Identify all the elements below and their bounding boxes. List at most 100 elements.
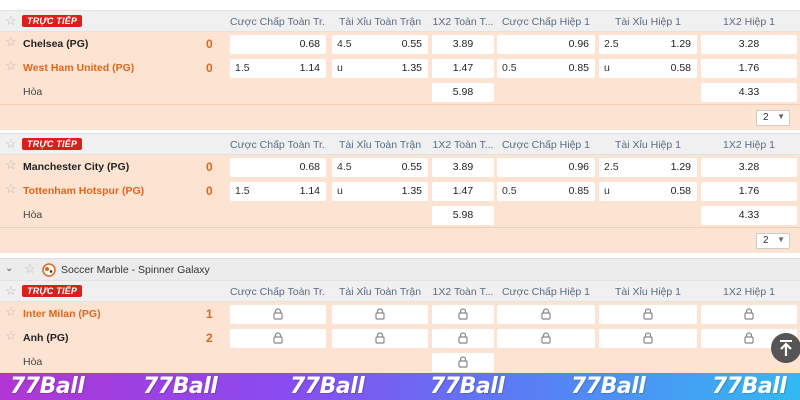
odds-value: 1.29 [670,38,691,50]
odds-cell[interactable]: u 1.35 [332,182,428,201]
odds-value: 3.89 [452,161,474,173]
odds-cell[interactable]: 3.89 [432,158,494,177]
odds-cell[interactable]: u 0.58 [599,59,697,78]
brand-logo: 77Ball [712,374,787,399]
odds-cell[interactable]: 0.96 [497,158,595,177]
lock-icon [273,332,283,344]
team-score: 1 [206,307,213,321]
odds-cell[interactable]: 3.28 [701,35,797,54]
odds-value: 0.55 [401,38,422,50]
col-header-handicap-h1: Cược Chấp Hiệp 1 [501,139,591,151]
page-select[interactable]: 2 ▼ [756,110,790,126]
team-row-away: ☆ West Ham United (PG) 0 1.5 1.14 u 1.35 1… [0,56,800,80]
odds-value: 3.89 [452,38,474,50]
odds-cell[interactable]: u 0.58 [599,182,697,201]
match-footer: 2 ▼ [0,104,800,130]
lock-icon [273,308,283,320]
odds-cell[interactable]: 0.68 [230,35,326,54]
locked-cell [432,305,494,324]
page-select[interactable]: 2 ▼ [756,233,790,249]
odds-cell[interactable]: 1.5 1.14 [230,182,326,201]
arrow-up-icon [780,340,792,356]
star-icon[interactable]: ☆ [5,35,17,48]
locked-cell [599,329,697,348]
odds-line: u [604,185,610,197]
odds-cell[interactable]: 1.76 [701,182,797,201]
brand-logo: 77Ball [290,374,365,399]
odds-cell[interactable]: 0.68 [230,158,326,177]
odds-value: 1.47 [452,185,474,197]
team-score: 0 [206,160,213,174]
star-icon[interactable]: ☆ [5,182,17,195]
odds-cell[interactable]: 1.76 [701,59,797,78]
match-footer: 2 ▼ [0,227,800,253]
team-row-home: ☆ Chelsea (PG) 0 0.68 4.5 0.55 3.89 0.96 … [0,32,800,56]
odds-cell[interactable]: 5.98 [432,206,494,225]
odds-cell[interactable]: 4.5 0.55 [332,158,428,177]
draw-label: Hòa [23,209,43,221]
odds-value: 1.14 [299,185,320,197]
odds-cell[interactable]: 3.28 [701,158,797,177]
star-icon[interactable]: ☆ [5,14,17,27]
live-badge: TRỰC TIẾP [22,15,83,27]
draw-label: Hòa [23,86,43,98]
odds-cell[interactable]: 0.5 0.85 [497,59,595,78]
star-icon[interactable]: ☆ [24,262,36,275]
star-icon[interactable]: ☆ [5,284,17,297]
odds-line: 1.5 [235,62,250,74]
team-row-away: ☆ Anh (PG) 2 [0,326,800,350]
odds-cell[interactable]: 4.33 [701,83,797,102]
brand-logo: 77Ball [571,374,646,399]
market-header: ☆ TRỰC TIẾP Cược Chấp Toàn Tr... Tài Xỉu… [0,280,800,302]
locked-cell [599,305,697,324]
col-header-ou-ft: Tài Xỉu Toàn Trận [338,286,422,298]
team-name: Tottenham Hotspur (PG) [23,185,145,197]
odds-value: 3.28 [738,38,760,50]
lock-icon [643,308,653,320]
chevron-down-icon: ▼ [777,235,785,244]
odds-cell[interactable]: 5.98 [432,83,494,102]
lock-icon [458,332,468,344]
odds-cell[interactable]: 1.47 [432,59,494,78]
odds-cell[interactable]: 2.5 1.29 [599,158,697,177]
scroll-to-top-button[interactable] [771,333,800,363]
odds-line: 2.5 [604,161,619,173]
odds-cell[interactable]: u 1.35 [332,59,428,78]
col-header-ou-h1: Tài Xỉu Hiệp 1 [615,16,681,28]
col-header-handicap-ft: Cược Chấp Toàn Tr... [230,286,326,298]
star-icon[interactable]: ☆ [5,158,17,171]
locked-cell [230,329,326,348]
col-header-handicap-h1: Cược Chấp Hiệp 1 [501,286,591,298]
locked-cell [497,305,595,324]
lock-icon [541,308,551,320]
lock-icon [744,308,754,320]
odds-cell[interactable]: 1.5 1.14 [230,59,326,78]
chevron-down-icon[interactable]: ⌄ [5,263,13,274]
odds-cell[interactable]: 2.5 1.29 [599,35,697,54]
odds-cell[interactable]: 3.89 [432,35,494,54]
odds-line: 1.5 [235,185,250,197]
odds-cell[interactable]: 4.33 [701,206,797,225]
odds-cell[interactable]: 0.5 0.85 [497,182,595,201]
col-header-ou-ft: Tài Xỉu Toàn Trận [338,139,422,151]
odds-cell[interactable]: 0.96 [497,35,595,54]
odds-cell[interactable]: 1.47 [432,182,494,201]
star-icon[interactable]: ☆ [5,59,17,72]
league-header[interactable]: ⌄ ☆ Soccer Marble - Spinner Galaxy [0,258,800,280]
team-name: Manchester City (PG) [23,161,130,173]
chevron-down-icon: ▼ [777,112,785,121]
odds-value: 1.14 [299,62,320,74]
team-name: West Ham United (PG) [23,62,135,74]
draw-row: Hòa [0,350,800,374]
odds-cell[interactable]: 4.5 0.55 [332,35,428,54]
lock-icon [643,332,653,344]
star-icon[interactable]: ☆ [5,137,17,150]
star-icon[interactable]: ☆ [5,329,17,342]
odds-value: 0.58 [670,185,691,197]
match-block-1: ☆ TRỰC TIẾP Cược Chấp Toàn Tr... Tài Xỉu… [0,10,800,130]
team-name: Chelsea (PG) [23,38,89,50]
odds-value: 0.96 [568,161,589,173]
odds-value: 0.85 [568,62,589,74]
market-header: ☆ TRỰC TIẾP Cược Chấp Toàn Tr... Tài Xỉu… [0,133,800,155]
star-icon[interactable]: ☆ [5,305,17,318]
